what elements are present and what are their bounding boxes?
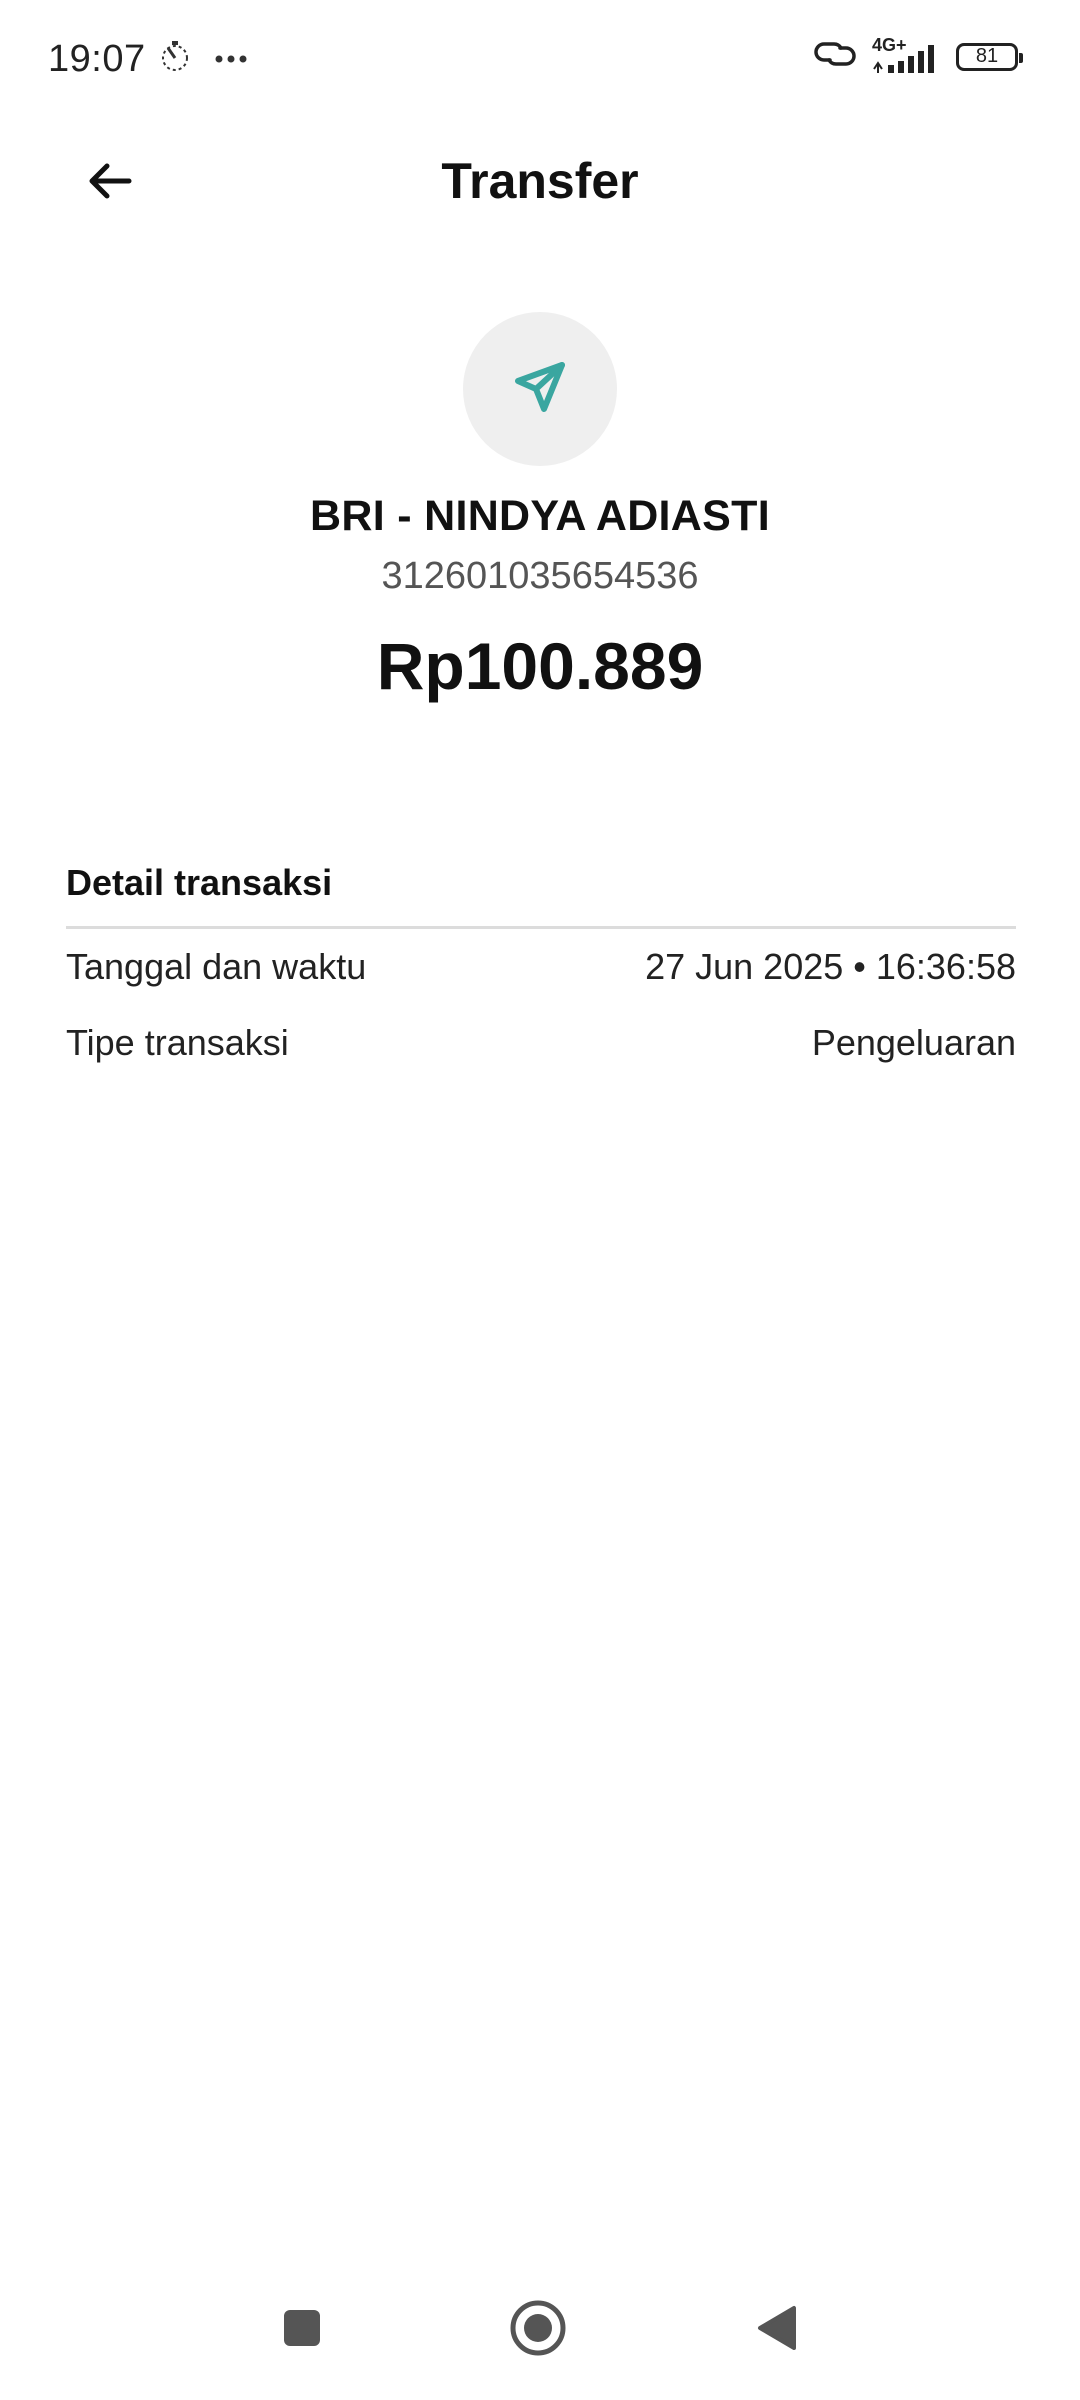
app-bar: Transfer [0, 130, 1080, 234]
detail-value: 27 Jun 2025 • 16:36:58 [645, 946, 1016, 987]
transaction-summary: BRI - NINDYA ADIASTI 312601035654536 Rp1… [0, 312, 1080, 704]
transaction-icon-circle [463, 312, 617, 466]
page-title: Transfer [441, 153, 639, 209]
back-triangle-icon [754, 2304, 798, 2357]
recipient-name: BRI - NINDYA ADIASTI [310, 492, 770, 540]
nav-back-button[interactable] [736, 2290, 816, 2370]
stopwatch-icon [158, 40, 192, 79]
status-left-icons [158, 40, 248, 79]
more-dots-icon [214, 51, 248, 69]
detail-value: Pengeluaran [811, 1022, 1016, 1063]
signal-icon: 4G+ [872, 35, 942, 75]
detail-row-date: Tanggal dan waktu 27 Jun 2025 • 16:36:58 [66, 929, 1016, 1005]
detail-row-type: Tipe transaksi Pengeluaran [66, 1005, 1016, 1081]
detail-label: Tanggal dan waktu [66, 946, 367, 987]
account-number: 312601035654536 [381, 555, 699, 597]
home-button[interactable] [498, 2290, 578, 2370]
battery-level: 81 [975, 45, 999, 67]
transaction-amount: Rp100.889 [376, 629, 704, 703]
battery-icon: 81 [956, 42, 1023, 71]
status-right-icons: 4G+ 81 [812, 35, 1023, 75]
detail-label: Tipe transaksi [66, 1022, 289, 1063]
details-title: Detail transaksi [66, 862, 333, 903]
paper-plane-icon [510, 357, 570, 422]
recents-button[interactable] [262, 2290, 342, 2370]
status-bar: 19:07 4G+ 81 [0, 0, 1080, 120]
transaction-details: Detail transaksi Tanggal dan waktu 27 Ju… [66, 862, 1016, 1081]
recents-square-icon [282, 2308, 322, 2353]
system-nav-bar [0, 2260, 1080, 2400]
link-icon [812, 38, 858, 75]
status-time: 19:07 [48, 38, 146, 80]
home-circle-icon [510, 2300, 566, 2361]
